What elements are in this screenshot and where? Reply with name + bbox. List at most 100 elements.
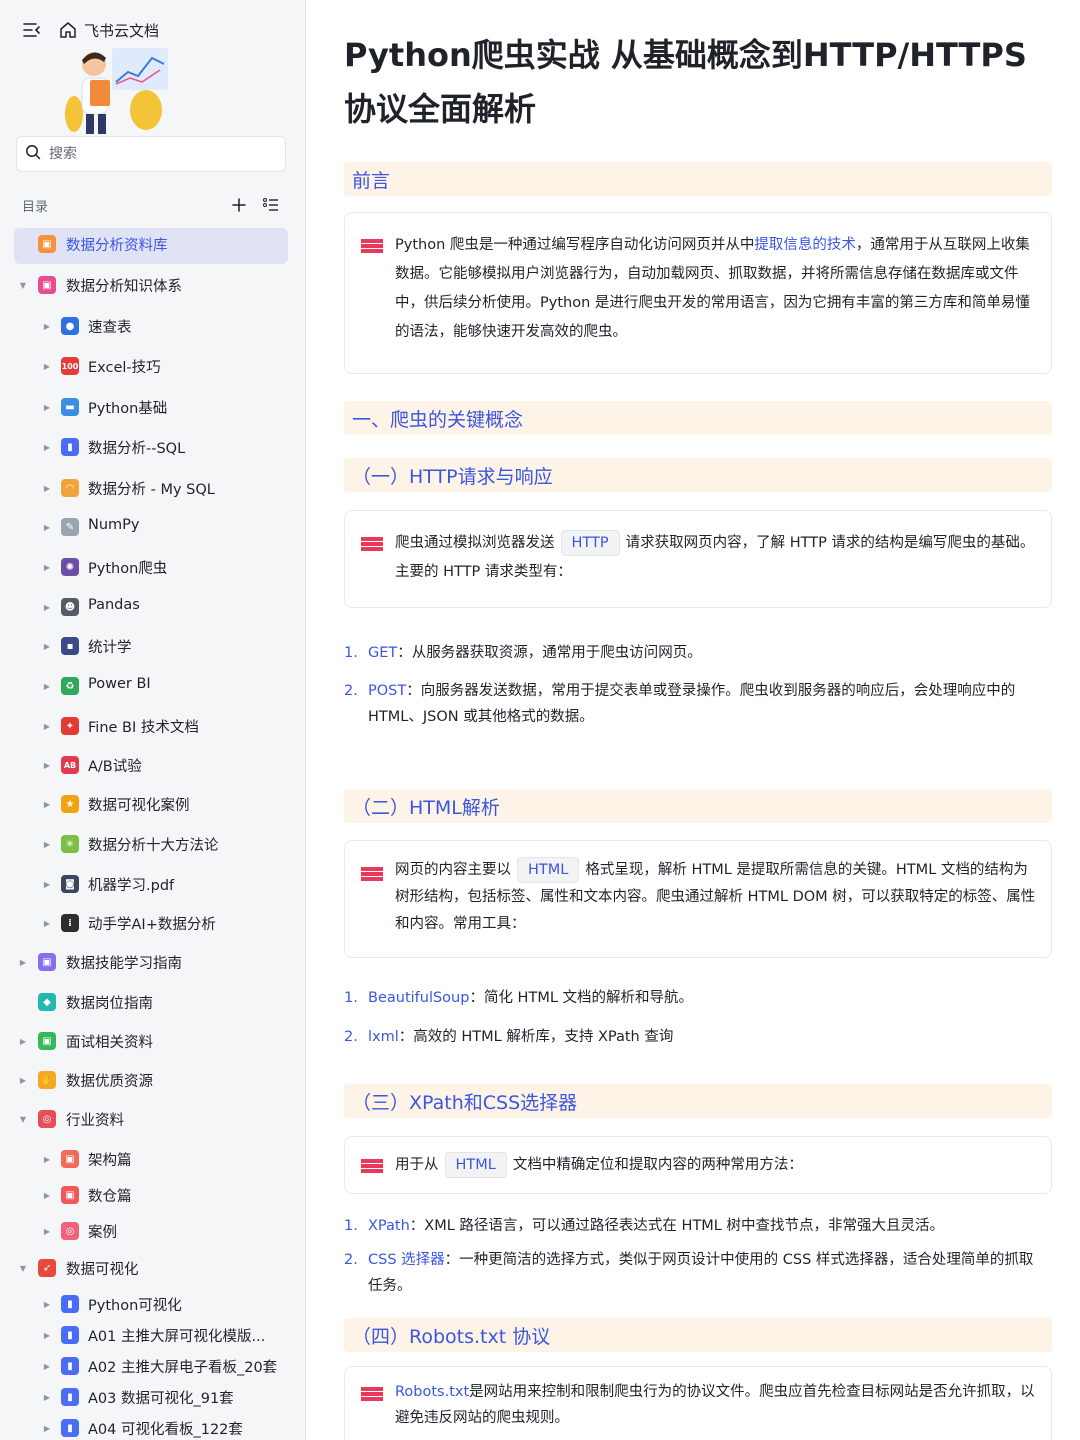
folder-pink-icon: ▣ — [38, 276, 56, 294]
sidebar-item[interactable]: ▶ ✺ Python爬虫 — [0, 549, 305, 585]
sidebar-item-label: 数据岗位指南 — [66, 996, 153, 1012]
sidebar-item[interactable]: ▣ 数据分析资料库 — [0, 226, 305, 264]
chevron-right-icon[interactable]: ▶ — [42, 522, 52, 532]
chevron-right-icon[interactable]: ▶ — [42, 681, 52, 691]
sidebar-item[interactable]: ▶ ✋ 数据优质资源 — [0, 1062, 305, 1098]
target-icon: ◎ — [38, 1110, 56, 1128]
chevron-right-icon[interactable]: ▶ — [42, 879, 52, 889]
sidebar-item[interactable]: ▶ ▮ A04 可视化看板_122套 — [0, 1410, 305, 1440]
monitor-icon: ▬ — [61, 398, 79, 416]
sidebar-item[interactable]: ▶ AB A/B试验 — [0, 747, 305, 783]
sidebar-item[interactable]: ▼ ◎ 行业资料 — [0, 1101, 305, 1137]
sidebar-item-label: Python可视化 — [88, 1298, 182, 1314]
sidebar-item-label: 数据技能学习指南 — [66, 956, 182, 972]
heading-xpath: （三）XPath和CSS选择器 — [344, 1084, 1052, 1118]
chevron-right-icon[interactable]: ▶ — [42, 1423, 52, 1433]
chevron-right-icon[interactable]: ▶ — [18, 957, 28, 967]
chevron-right-icon[interactable]: ▶ — [42, 641, 52, 651]
outline-list-icon[interactable] — [260, 194, 282, 216]
bar-chart-icon: ▮ — [61, 1357, 79, 1375]
chevron-right-icon[interactable]: ▶ — [42, 721, 52, 731]
search-input[interactable] — [49, 146, 249, 162]
home-icon[interactable] — [58, 20, 78, 40]
search-icon — [25, 144, 41, 164]
chevron-right-icon[interactable]: ▶ — [42, 918, 52, 928]
sidebar-item[interactable]: ▶ ✳ 数据分析十大方法论 — [0, 826, 305, 862]
sidebar-item[interactable]: ▶ ▣ 数仓篇 — [0, 1177, 305, 1213]
folder-red-icon: ▣ — [61, 1186, 79, 1204]
chevron-right-icon[interactable]: ▶ — [42, 483, 52, 493]
sidebar-item[interactable]: ▶ ◠ 数据分析 - My SQL — [0, 470, 305, 506]
list-item: 2. CSS 选择器：一种更简洁的选择方式，类似于网页设计中使用的 CSS 样式选… — [344, 1252, 1034, 1294]
brand-name[interactable]: 飞书云文档 — [84, 20, 159, 41]
floppy-disk-icon: ▪ — [61, 637, 79, 655]
callout-xpath: 用于从 HTML 文档中精确定位和提取内容的两种常用方法： — [344, 1136, 1052, 1194]
sidebar-item-label: NumPy — [88, 517, 140, 533]
chevron-down-icon[interactable]: ▼ — [18, 1263, 28, 1273]
sidebar-item-label: A02 主推大屏电子看板_20套 — [88, 1360, 278, 1376]
sidebar-item[interactable]: ▶ ✦ Fine BI 技术文档 — [0, 708, 305, 744]
inline-code: HTTP — [560, 530, 620, 556]
sidebar-item-label: 数据分析 - My SQL — [88, 482, 215, 498]
search-box[interactable] — [16, 136, 286, 172]
preface-link[interactable]: 提取信息的技术 — [754, 237, 856, 253]
sidebar-item[interactable]: ▶ 100 Excel-技巧 — [0, 348, 305, 384]
chevron-right-icon[interactable]: ▶ — [42, 760, 52, 770]
sidebar-item[interactable]: ◆ 数据岗位指南 — [0, 984, 305, 1020]
chevron-right-icon[interactable]: ▶ — [42, 1392, 52, 1402]
sidebar-item[interactable]: ▶ ▪ 统计学 — [0, 628, 305, 664]
sidebar-item[interactable]: ▶ ▣ 架构篇 — [0, 1141, 305, 1177]
chevron-down-icon[interactable]: ▼ — [18, 1114, 28, 1124]
chevron-right-icon[interactable]: ▶ — [42, 839, 52, 849]
document: Python爬虫实战 从基础概念到HTTP/HTTPS协议全面解析 前言 Pyt… — [306, 0, 1080, 1440]
sidebar-item[interactable]: ▶ ▣ 数据技能学习指南 — [0, 944, 305, 980]
sidebar-item[interactable]: ▶ ♻ Power BI — [0, 668, 305, 704]
sidebar-item[interactable]: ▼ ➶ 数据可视化 — [0, 1250, 305, 1286]
chevron-right-icon[interactable]: ▶ — [42, 361, 52, 371]
sidebar: 飞书云文档 目录 ▣数据分析资料库▼▣数据分析知识体 — [0, 0, 306, 1440]
recycle-icon: ♻ — [61, 677, 79, 695]
chevron-right-icon[interactable]: ▶ — [42, 1299, 52, 1309]
sidebar-item[interactable]: ▼ ▣ 数据分析知识体系 — [0, 267, 305, 303]
sidebar-item[interactable]: ▶ ★ 数据可视化案例 — [0, 786, 305, 822]
collapse-sidebar-icon[interactable] — [22, 20, 42, 40]
sidebar-item[interactable]: ▶ ● 速查表 — [0, 308, 305, 344]
sidebar-item-label: Pandas — [88, 597, 140, 613]
sidebar-item-label: 架构篇 — [88, 1153, 132, 1169]
sidebar-item[interactable]: ▶ ▬ Python基础 — [0, 389, 305, 425]
chevron-right-icon[interactable]: ▶ — [42, 321, 52, 331]
chevron-right-icon[interactable]: ▶ — [42, 562, 52, 572]
sidebar-item[interactable]: ▶ ◎ 案例 — [0, 1213, 305, 1249]
sidebar-item[interactable]: ▶ ✎ NumPy — [0, 509, 305, 545]
sidebar-item-label: Excel-技巧 — [88, 360, 161, 376]
folder-teal-icon: ◆ — [38, 993, 56, 1011]
chevron-right-icon[interactable]: ▶ — [42, 1154, 52, 1164]
chevron-right-icon[interactable]: ▶ — [42, 1226, 52, 1236]
chevron-right-icon[interactable]: ▶ — [42, 442, 52, 452]
sidebar-item[interactable]: ▶ ☻ Pandas — [0, 589, 305, 625]
chevron-right-icon[interactable]: ▶ — [42, 1361, 52, 1371]
chevron-right-icon[interactable]: ▶ — [42, 402, 52, 412]
sidebar-item[interactable]: ▶ ◙ 机器学习.pdf — [0, 866, 305, 902]
list-item: 1. XPath：XML 路径语言，可以通过路径表达式在 HTML 树中查找节点，… — [344, 1218, 944, 1234]
sidebar-item[interactable]: ▶ ▮ 数据分析--SQL — [0, 429, 305, 465]
chevron-right-icon[interactable]: ▶ — [42, 799, 52, 809]
callout-robots: Robots.txt是网站用来控制和限制爬虫行为的协议文件。爬虫应首先检查目标网… — [344, 1366, 1052, 1440]
chevron-right-icon[interactable]: ▶ — [18, 1036, 28, 1046]
chevron-right-icon[interactable]: ▶ — [42, 1330, 52, 1340]
chevron-right-icon[interactable]: ▶ — [18, 1075, 28, 1085]
chevron-right-icon[interactable]: ▶ — [42, 602, 52, 612]
chevron-down-icon[interactable]: ▼ — [18, 280, 28, 290]
sidebar-item[interactable]: ▶ ▣ 面试相关资料 — [0, 1023, 305, 1059]
chevron-right-icon[interactable]: ▶ — [42, 1190, 52, 1200]
sidebar-topbar: 飞书云文档 — [22, 18, 159, 42]
bar-chart-icon: ▮ — [61, 438, 79, 456]
add-icon[interactable] — [228, 194, 250, 216]
sidebar-item[interactable]: ▶ ⁞ 动手学AI+数据分析 — [0, 905, 305, 941]
folder-coral-icon: ▣ — [61, 1150, 79, 1168]
callout-marker-icon — [361, 239, 383, 253]
sidebar-item-label: 数据分析--SQL — [88, 441, 186, 457]
bar-chart-icon: ▮ — [61, 1388, 79, 1406]
ab-icon: AB — [61, 756, 79, 774]
sidebar-item-label: 数据可视化 — [66, 1262, 139, 1278]
